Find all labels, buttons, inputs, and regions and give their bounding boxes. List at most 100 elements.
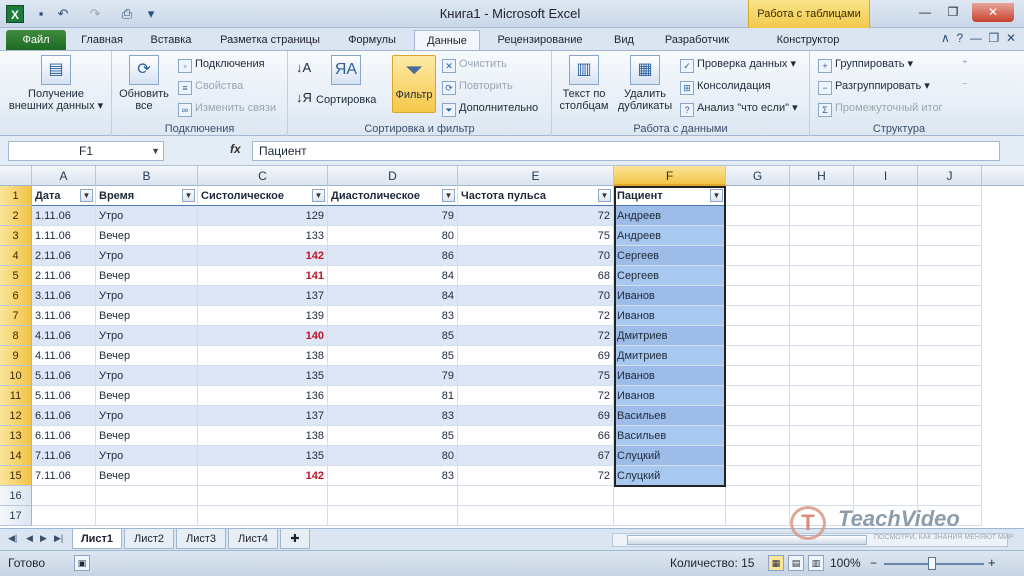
row-header[interactable]: 9 <box>0 346 32 366</box>
cell[interactable]: 80 <box>328 446 458 466</box>
cell[interactable]: Дмитриев <box>614 346 726 366</box>
cell[interactable] <box>726 186 790 206</box>
cell[interactable]: Дата ▼ <box>32 186 96 206</box>
cell[interactable] <box>790 206 854 226</box>
row-header[interactable]: 4 <box>0 246 32 266</box>
remove-duplicates-button[interactable]: ▦ Удалить дубликаты <box>614 55 676 112</box>
cell[interactable]: 5.11.06 <box>32 366 96 386</box>
help-icon[interactable]: ? <box>956 31 963 45</box>
consolidate-button[interactable]: ⊞ Консолидация <box>680 77 771 95</box>
row-header[interactable]: 8 <box>0 326 32 346</box>
cell[interactable] <box>854 206 918 226</box>
ungroup-button[interactable]: − Разгруппировать ▾ <box>818 77 930 95</box>
cell[interactable] <box>614 486 726 506</box>
cell[interactable] <box>726 346 790 366</box>
cell[interactable]: 85 <box>328 326 458 346</box>
cell[interactable]: 1.11.06 <box>32 226 96 246</box>
sheet-tab-3[interactable]: Лист3 <box>176 529 226 549</box>
cell[interactable]: 3.11.06 <box>32 286 96 306</box>
cell[interactable] <box>918 206 982 226</box>
zoom-slider-thumb[interactable] <box>928 557 936 570</box>
edit-links-button[interactable]: ∞ Изменить связи <box>178 99 276 117</box>
zoom-in-icon[interactable]: + <box>988 555 996 570</box>
cell[interactable] <box>96 486 198 506</box>
column-header-f[interactable]: F <box>614 166 726 186</box>
spreadsheet-grid[interactable]: A B C D E F G H I J Дата ▼ Время ▼ Систоличе… <box>0 166 1024 528</box>
text-to-columns-button[interactable]: ▥ Текст по столбцам <box>556 55 612 112</box>
reapply-button[interactable]: ⟳ Повторить <box>442 77 513 95</box>
cell[interactable] <box>790 406 854 426</box>
cell[interactable]: Вечер <box>96 426 198 446</box>
cell[interactable] <box>918 246 982 266</box>
cell[interactable] <box>32 506 96 526</box>
cell[interactable]: Утро <box>96 406 198 426</box>
macro-record-icon[interactable]: ▣ <box>74 555 90 571</box>
last-sheet-icon[interactable]: ▶| <box>54 533 63 544</box>
cell[interactable] <box>726 446 790 466</box>
cell[interactable]: 6.11.06 <box>32 406 96 426</box>
cell[interactable] <box>726 306 790 326</box>
qat-customize-icon[interactable]: ▾ <box>142 5 160 23</box>
cell[interactable]: Время ▼ <box>96 186 198 206</box>
sort-az-icon[interactable]: ↓A <box>296 59 311 77</box>
cell[interactable]: 79 <box>328 206 458 226</box>
cell[interactable] <box>726 506 790 526</box>
filter-dropdown-icon[interactable]: ▼ <box>80 189 93 202</box>
cell[interactable]: Вечер <box>96 266 198 286</box>
tab-page-layout[interactable]: Разметка страницы <box>210 30 330 50</box>
cell[interactable]: 1.11.06 <box>32 206 96 226</box>
cell[interactable]: 72 <box>458 466 614 486</box>
cell[interactable]: 66 <box>458 426 614 446</box>
get-external-data-button[interactable]: ▤ Получение внешних данных ▾ <box>6 55 106 112</box>
cell[interactable]: 85 <box>328 346 458 366</box>
cell[interactable] <box>328 506 458 526</box>
cell[interactable] <box>726 326 790 346</box>
tab-formulas[interactable]: Формулы <box>340 30 404 50</box>
cell[interactable]: 3.11.06 <box>32 306 96 326</box>
select-all-corner[interactable] <box>0 166 32 186</box>
cell[interactable]: 67 <box>458 446 614 466</box>
cell[interactable] <box>854 406 918 426</box>
cell[interactable] <box>918 186 982 206</box>
cell[interactable]: 142 <box>198 246 328 266</box>
cell[interactable]: 75 <box>458 226 614 246</box>
undo-icon[interactable]: ↶ <box>54 5 72 23</box>
column-header-h[interactable]: H <box>790 166 854 186</box>
prev-sheet-icon[interactable]: ◀ <box>26 533 33 544</box>
cell[interactable]: 86 <box>328 246 458 266</box>
cell[interactable] <box>726 406 790 426</box>
cell[interactable]: 84 <box>328 286 458 306</box>
cell[interactable]: 2.11.06 <box>32 246 96 266</box>
cell[interactable]: Утро <box>96 366 198 386</box>
cell[interactable]: Вечер <box>96 466 198 486</box>
column-header-i[interactable]: I <box>854 166 918 186</box>
cell[interactable] <box>918 326 982 346</box>
column-header-c[interactable]: C <box>198 166 328 186</box>
zoom-level[interactable]: 100% <box>830 556 861 570</box>
cell[interactable] <box>918 226 982 246</box>
row-header[interactable]: 14 <box>0 446 32 466</box>
cell[interactable] <box>614 506 726 526</box>
row-header[interactable]: 15 <box>0 466 32 486</box>
cell[interactable] <box>790 366 854 386</box>
sheet-tab-1[interactable]: Лист1 <box>72 529 122 549</box>
cell[interactable] <box>918 346 982 366</box>
cell[interactable]: 135 <box>198 366 328 386</box>
doc-minimize-icon[interactable]: — <box>970 31 982 45</box>
row-header[interactable]: 12 <box>0 406 32 426</box>
cell[interactable] <box>854 446 918 466</box>
cell[interactable] <box>918 406 982 426</box>
restore-icon[interactable]: ❐ <box>940 3 966 22</box>
cell[interactable] <box>790 426 854 446</box>
zoom-out-icon[interactable]: − <box>870 556 877 570</box>
cell[interactable]: Дмитриев <box>614 326 726 346</box>
cell[interactable]: 6.11.06 <box>32 426 96 446</box>
cell[interactable]: Иванов <box>614 366 726 386</box>
cell[interactable]: Андреев <box>614 226 726 246</box>
row-header[interactable]: 11 <box>0 386 32 406</box>
row-header[interactable]: 10 <box>0 366 32 386</box>
cell[interactable]: 72 <box>458 326 614 346</box>
cell[interactable]: 72 <box>458 206 614 226</box>
cell[interactable]: Васильев <box>614 406 726 426</box>
filter-dropdown-icon[interactable]: ▼ <box>182 189 195 202</box>
